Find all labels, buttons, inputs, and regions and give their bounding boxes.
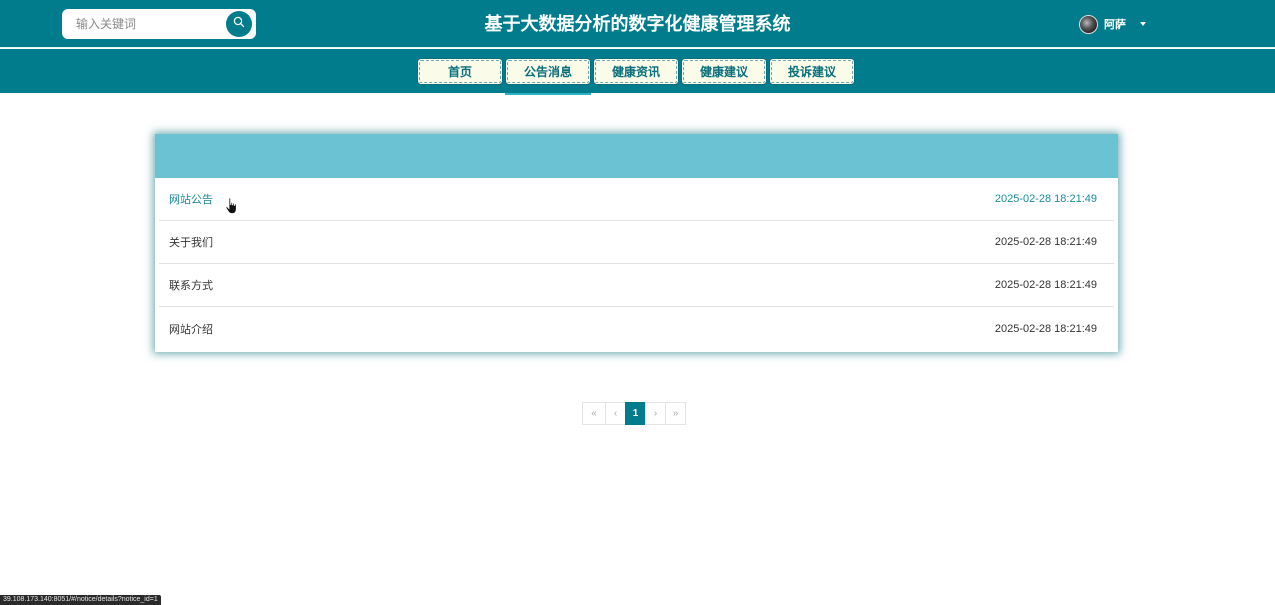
notice-row[interactable]: 网站介绍 2025-02-28 18:21:49: [159, 307, 1114, 350]
search-icon: [233, 15, 245, 33]
notice-title: 网站介绍: [169, 323, 213, 336]
user-name: 阿萨: [1104, 19, 1126, 31]
hand-pointer-icon: [225, 197, 239, 215]
notice-row[interactable]: 网站公告 2025-02-28 18:21:49: [159, 178, 1114, 221]
pagination: « ‹ 1 › »: [582, 402, 686, 425]
page-first-button[interactable]: «: [582, 402, 606, 425]
nav-item-health-advice[interactable]: 健康建议: [681, 58, 767, 85]
page-next-button[interactable]: ›: [645, 402, 666, 425]
avatar: [1079, 14, 1098, 34]
caret-down-icon: [1140, 22, 1146, 26]
nav-item-health-news[interactable]: 健康资讯: [593, 58, 679, 85]
nav-items: 首页 公告消息 健康资讯 健康建议 投诉建议: [417, 58, 855, 95]
page-last-button[interactable]: »: [665, 402, 686, 425]
status-bar-url: 39.108.173.140:8051/#/notice/details?not…: [0, 595, 161, 605]
notice-time: 2025-02-28 18:21:49: [994, 193, 1097, 205]
search-button[interactable]: [226, 11, 252, 37]
notice-time: 2025-02-28 18:21:49: [994, 322, 1097, 335]
notice-time: 2025-02-28 18:21:49: [994, 236, 1097, 248]
top-header: 基于大数据分析的数字化健康管理系统 阿萨: [0, 0, 1275, 48]
search-box: [62, 9, 256, 39]
nav-item-complaints[interactable]: 投诉建议: [769, 58, 855, 85]
notice-title: 网站公告: [169, 194, 213, 206]
notice-row[interactable]: 关于我们 2025-02-28 18:21:49: [159, 221, 1114, 264]
notice-title: 关于我们: [169, 237, 213, 249]
nav-item-notices[interactable]: 公告消息: [505, 58, 591, 95]
notice-title: 联系方式: [169, 280, 213, 292]
nav-item-home[interactable]: 首页: [417, 58, 503, 85]
notice-list-panel: 网站公告 2025-02-28 18:21:49 关于我们 2025-02-28…: [155, 134, 1118, 352]
main-nav: 首页 公告消息 健康资讯 健康建议 投诉建议: [0, 49, 1275, 95]
search-input[interactable]: [62, 9, 222, 39]
notice-row[interactable]: 联系方式 2025-02-28 18:21:49: [159, 264, 1114, 307]
page-prev-button[interactable]: ‹: [605, 402, 626, 425]
user-menu[interactable]: 阿萨: [1079, 14, 1146, 34]
panel-header: [155, 134, 1118, 178]
page-number-button[interactable]: 1: [625, 402, 646, 425]
notice-time: 2025-02-28 18:21:49: [994, 279, 1097, 291]
